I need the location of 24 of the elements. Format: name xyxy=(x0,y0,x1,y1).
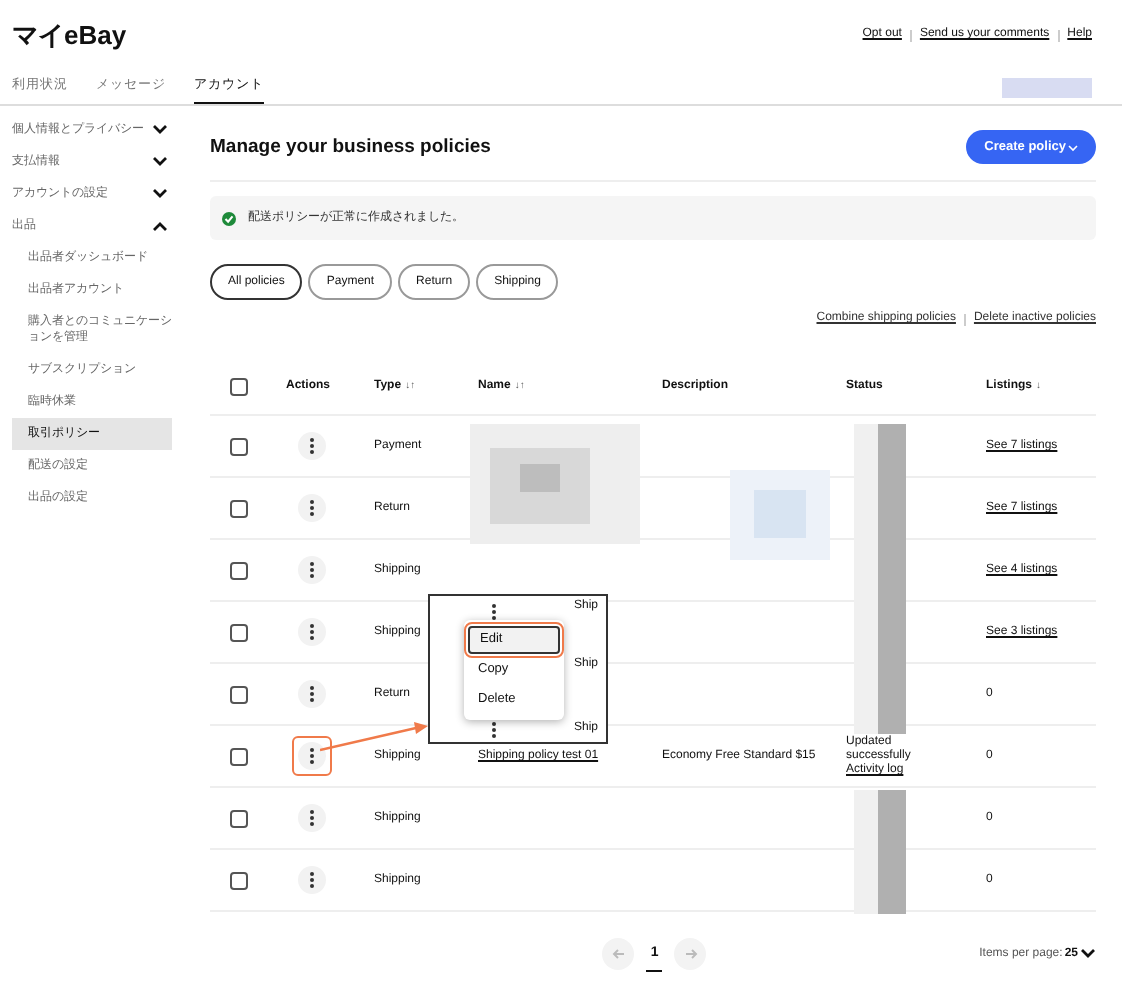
more-icon[interactable] xyxy=(298,866,326,895)
checkbox[interactable] xyxy=(230,747,248,766)
checkbox[interactable] xyxy=(230,685,248,704)
checkbox[interactable] xyxy=(230,437,248,456)
checkbox[interactable] xyxy=(230,378,248,397)
more-icon[interactable] xyxy=(298,494,326,523)
more-icon[interactable] xyxy=(298,556,326,585)
caret-icon xyxy=(1068,143,1078,152)
page-title: マイeBay xyxy=(12,18,127,54)
more-icon[interactable] xyxy=(298,804,326,833)
arrow-left-icon xyxy=(611,948,626,960)
checkbox[interactable] xyxy=(230,809,248,828)
chevron-down-icon xyxy=(1080,948,1096,960)
checkbox[interactable] xyxy=(230,561,248,580)
checkbox[interactable] xyxy=(230,871,248,890)
checkbox[interactable] xyxy=(230,499,248,518)
arrow-right-icon xyxy=(683,948,698,960)
more-icon[interactable] xyxy=(298,680,326,709)
more-icon[interactable] xyxy=(298,618,326,647)
more-icon[interactable] xyxy=(298,742,326,771)
check-circle-icon xyxy=(222,211,236,226)
section-title: Manage your business policies xyxy=(210,133,491,162)
more-icon[interactable] xyxy=(298,432,326,461)
checkbox[interactable] xyxy=(230,623,248,642)
